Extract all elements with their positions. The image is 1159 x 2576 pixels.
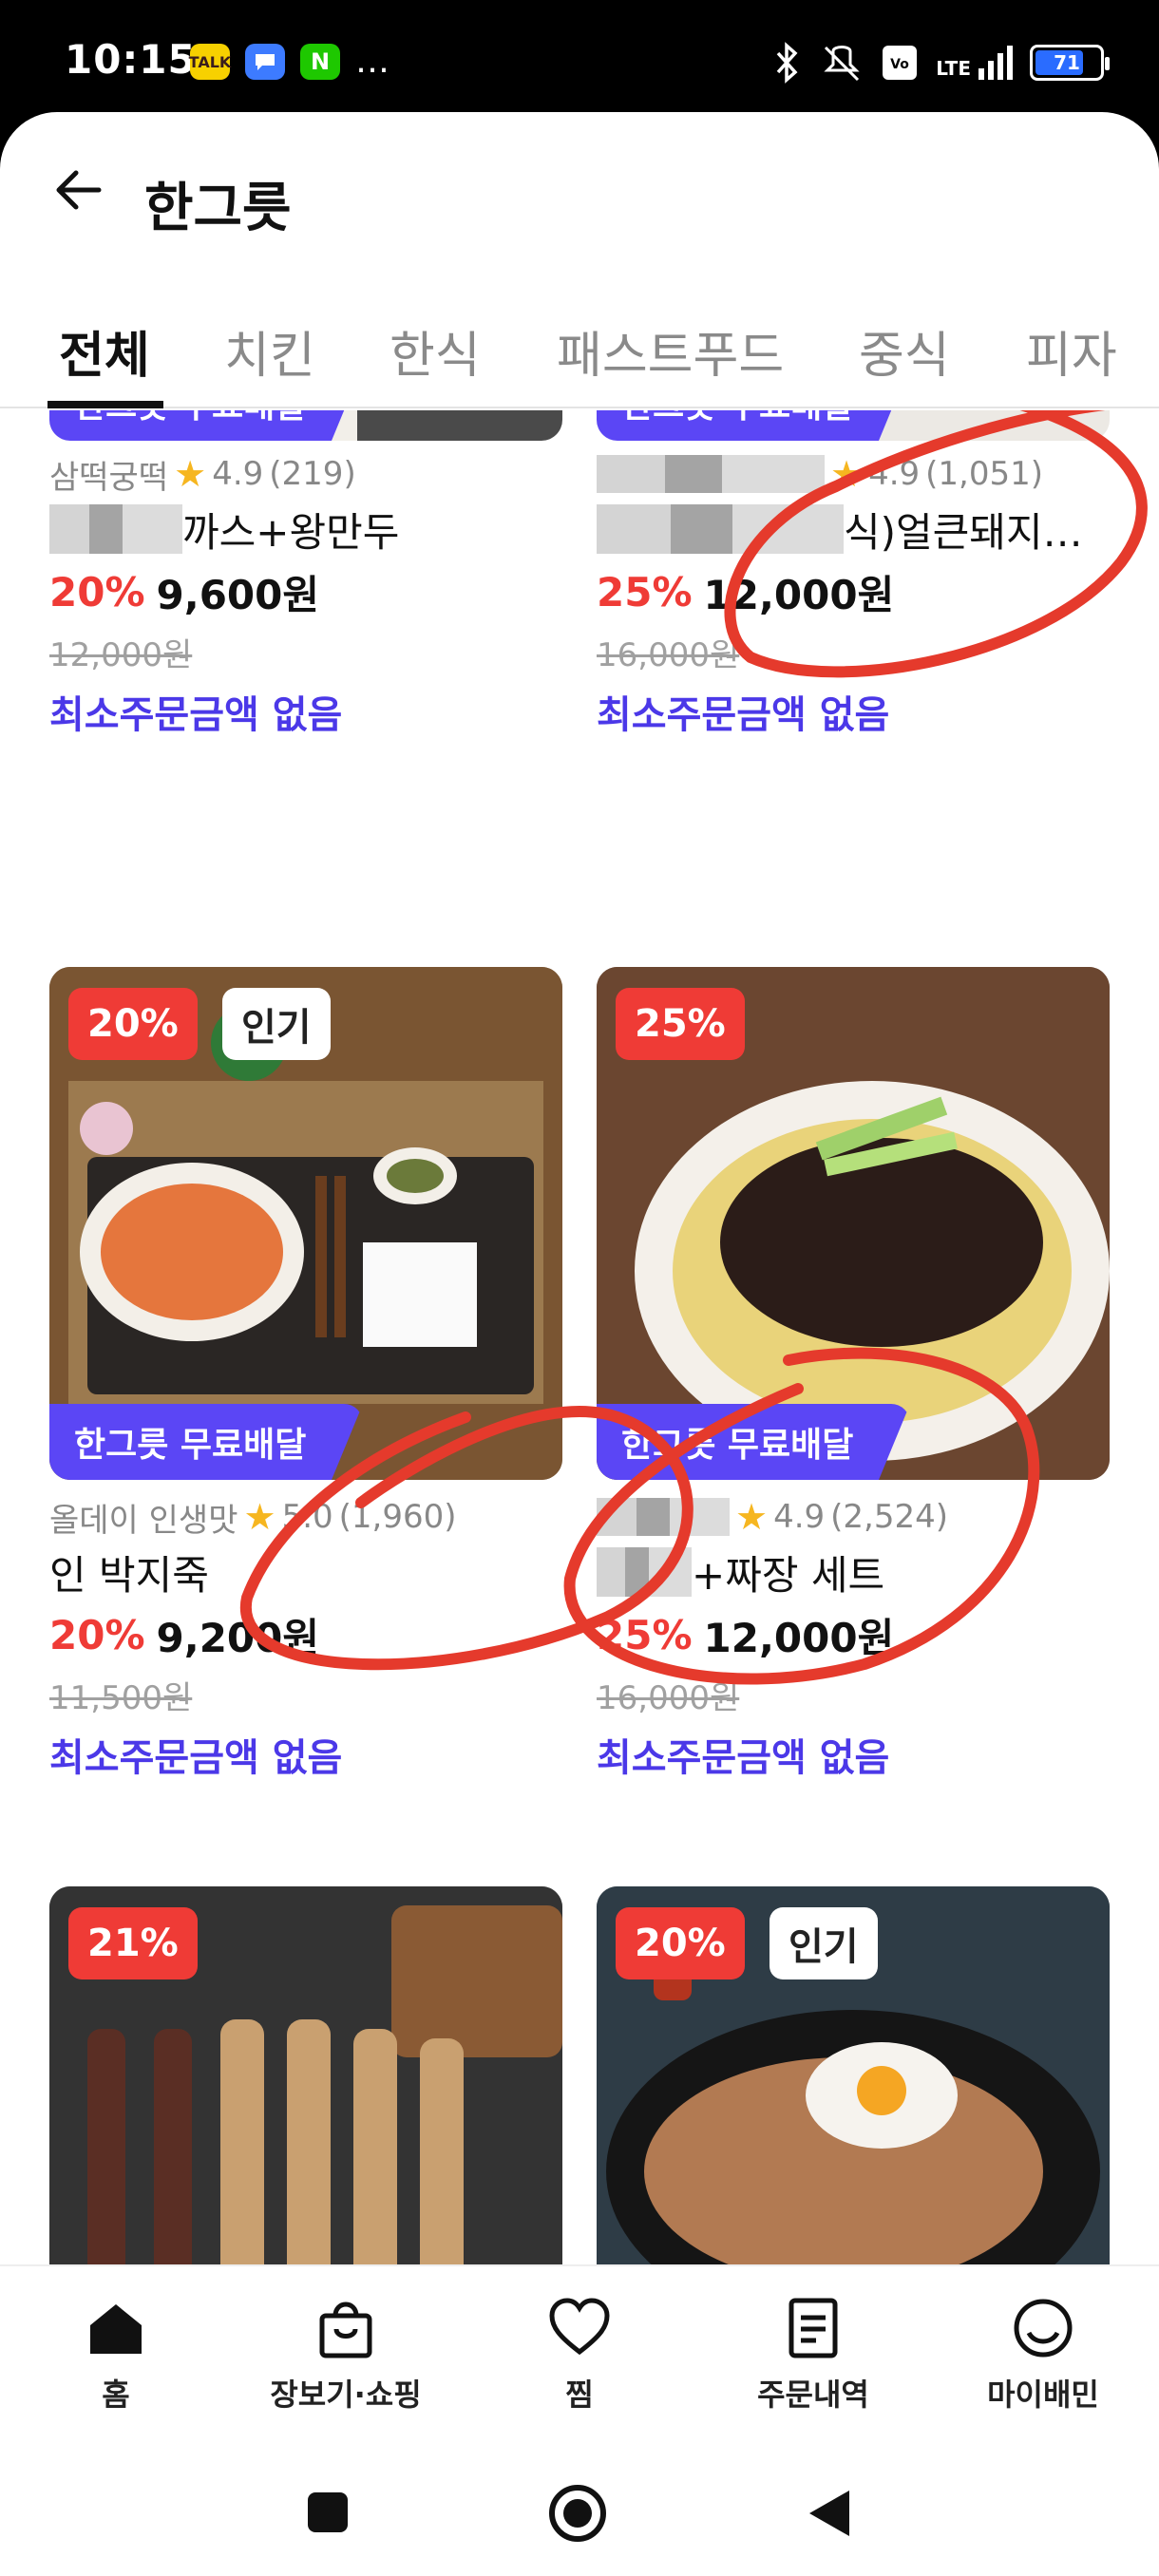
store-rating: ★ 4.9 (1,051) — [597, 450, 1129, 498]
menu-name: 까스+왕만두 — [49, 498, 581, 560]
nav-shopping[interactable]: 장보기·쇼핑 — [251, 2295, 441, 2415]
free-delivery-badge: 한그릇 무료배달 — [597, 410, 910, 441]
free-delivery-badge: 한그릇 무료배달 — [597, 1404, 910, 1480]
nav-favorites[interactable]: 찜 — [484, 2295, 674, 2415]
blurred-text — [597, 504, 844, 554]
menu-name: 인 박지죽 — [49, 1551, 209, 1599]
volte-icon: Vo — [883, 46, 918, 80]
kakaotalk-icon: TALK — [189, 44, 231, 80]
blurred-text — [597, 455, 825, 493]
min-order-label: 최소주문금액 없음 — [597, 693, 890, 737]
active-tab-indicator — [48, 401, 163, 408]
shopping-bag-icon — [319, 2301, 372, 2358]
back-button-icon[interactable] — [806, 2487, 853, 2540]
status-bar: 10:15 TALK N … Vo LTE 71 — [0, 0, 1159, 114]
original-price: 11,500원 — [49, 1678, 193, 1717]
menu-info: 올데이 인생맛 ★ 5.0 (1,960) 인 박지죽 20% 9,200원 11,50… — [49, 1493, 581, 1786]
tab-chinese[interactable]: 중식 — [859, 315, 950, 387]
nav-my-baemin[interactable]: 마이배민 — [948, 2295, 1138, 2415]
nav-orders[interactable]: 주문내역 — [718, 2295, 908, 2415]
menu-info: ★ 4.9 (2,524) +짜장 세트 25% 12,000원 16,000원 최소… — [597, 1493, 1129, 1786]
lte-signal-icon: LTE — [936, 46, 1013, 80]
popular-badge: 인기 — [222, 988, 331, 1060]
discount-badge: 25% — [616, 988, 745, 1060]
star-icon: ★ — [243, 1496, 276, 1538]
message-icon — [245, 44, 285, 80]
blurred-text — [597, 1498, 730, 1536]
menu-price: 20% 9,200원 — [49, 1611, 320, 1661]
min-order-label: 최소주문금액 없음 — [49, 1736, 343, 1780]
menu-price: 20% 9,600원 — [49, 568, 320, 618]
popular-badge: 인기 — [770, 1907, 878, 1979]
menu-feed[interactable]: 한그릇 무료배달 삼떡궁떡★4.9(219) 까스+왕만두 20%9,600원 … — [0, 410, 1159, 2264]
naver-icon: N — [300, 44, 340, 80]
menu-image: 20% 인기 한그릇 무료배달 — [597, 1886, 1110, 2264]
tab-fastfood[interactable]: 패스트푸드 — [557, 315, 784, 387]
bottom-navigation: 홈 장보기·쇼핑 찜 주문내역 마이배민 — [0, 2264, 1159, 2454]
original-price: 16,000원 — [597, 1678, 740, 1717]
menu-info: 삼떡궁떡 ★ 4.9 (219) 까스+왕만두 20% 9,600원 12,000원 최… — [49, 450, 581, 743]
nav-home[interactable]: 홈 — [21, 2295, 211, 2415]
receipt-icon — [788, 2298, 838, 2358]
menu-name: +짜장 세트 — [597, 1541, 1129, 1603]
system-navigation-bar — [0, 2454, 1159, 2576]
status-time: 10:15 — [65, 36, 197, 83]
header: 한그릇 — [0, 112, 1159, 256]
tab-pizza[interactable]: 피자 — [1026, 315, 1117, 387]
star-icon: ★ — [735, 1496, 769, 1538]
menu-price: 25% 12,000원 — [597, 568, 895, 618]
store-rating: 삼떡궁떡 ★ 4.9 (219) — [49, 453, 356, 497]
discount-badge: 21% — [68, 1907, 198, 1979]
menu-image: 한그릇 무료배달 — [49, 410, 562, 441]
store-rating: ★ 4.9 (2,524) — [597, 1493, 1129, 1541]
star-icon: ★ — [830, 453, 864, 495]
back-arrow-icon[interactable] — [49, 161, 106, 218]
menu-price: 25% 12,000원 — [597, 1611, 895, 1661]
status-indicators: Vo LTE 71 — [770, 34, 1110, 91]
menu-image: 한그릇 무료배달 — [597, 410, 1110, 441]
more-notifications-icon: … — [355, 42, 390, 81]
menu-name: 식)얼큰돼지… — [597, 498, 1129, 560]
free-delivery-badge: 한그릇 무료배달 — [49, 1404, 363, 1480]
min-order-label: 최소주문금액 없음 — [597, 1736, 890, 1780]
home-icon — [90, 2304, 142, 2354]
profile-face-icon — [1014, 2299, 1073, 2358]
original-price: 12,000원 — [49, 635, 193, 674]
star-icon: ★ — [174, 453, 207, 495]
battery-icon: 71 — [1030, 45, 1110, 81]
min-order-label: 최소주문금액 없음 — [49, 693, 343, 737]
heart-icon — [549, 2298, 610, 2356]
menu-info: ★ 4.9 (1,051) 식)얼큰돼지… 25% 12,000원 16,000원 최… — [597, 450, 1129, 743]
tab-chicken[interactable]: 치킨 — [224, 315, 315, 387]
tab-all[interactable]: 전체 — [59, 315, 150, 387]
page-title: 한그릇 — [144, 178, 292, 239]
discount-badge: 20% — [616, 1907, 745, 1979]
menu-image: 21% 한그릇 무료배달 — [49, 1886, 562, 2264]
home-button-icon[interactable] — [547, 2483, 608, 2544]
tab-korean[interactable]: 한식 — [390, 315, 481, 387]
bluetooth-icon — [776, 42, 798, 84]
silent-icon — [824, 46, 860, 82]
discount-badge: 20% — [68, 988, 198, 1060]
menu-image: 25% 한그릇 무료배달 — [597, 967, 1110, 1480]
category-tabs: 전체 치킨 한식 패스트푸드 중식 피자 — [0, 302, 1159, 408]
recents-button-icon[interactable] — [304, 2489, 352, 2536]
app-screen: 한그릇 전체 치킨 한식 패스트푸드 중식 피자 한그릇 무료배달 삼떡궁떡★4… — [0, 112, 1159, 2576]
blurred-text — [597, 1547, 692, 1597]
free-delivery-badge: 한그릇 무료배달 — [49, 410, 363, 441]
store-rating: 올데이 인생맛 ★ 5.0 (1,960) — [49, 1496, 457, 1540]
svg-text:Vo: Vo — [890, 57, 909, 72]
blurred-text — [49, 504, 182, 554]
original-price: 16,000원 — [597, 635, 740, 674]
menu-image: 20% 인기 한그릇 무료배달 — [49, 967, 562, 1480]
